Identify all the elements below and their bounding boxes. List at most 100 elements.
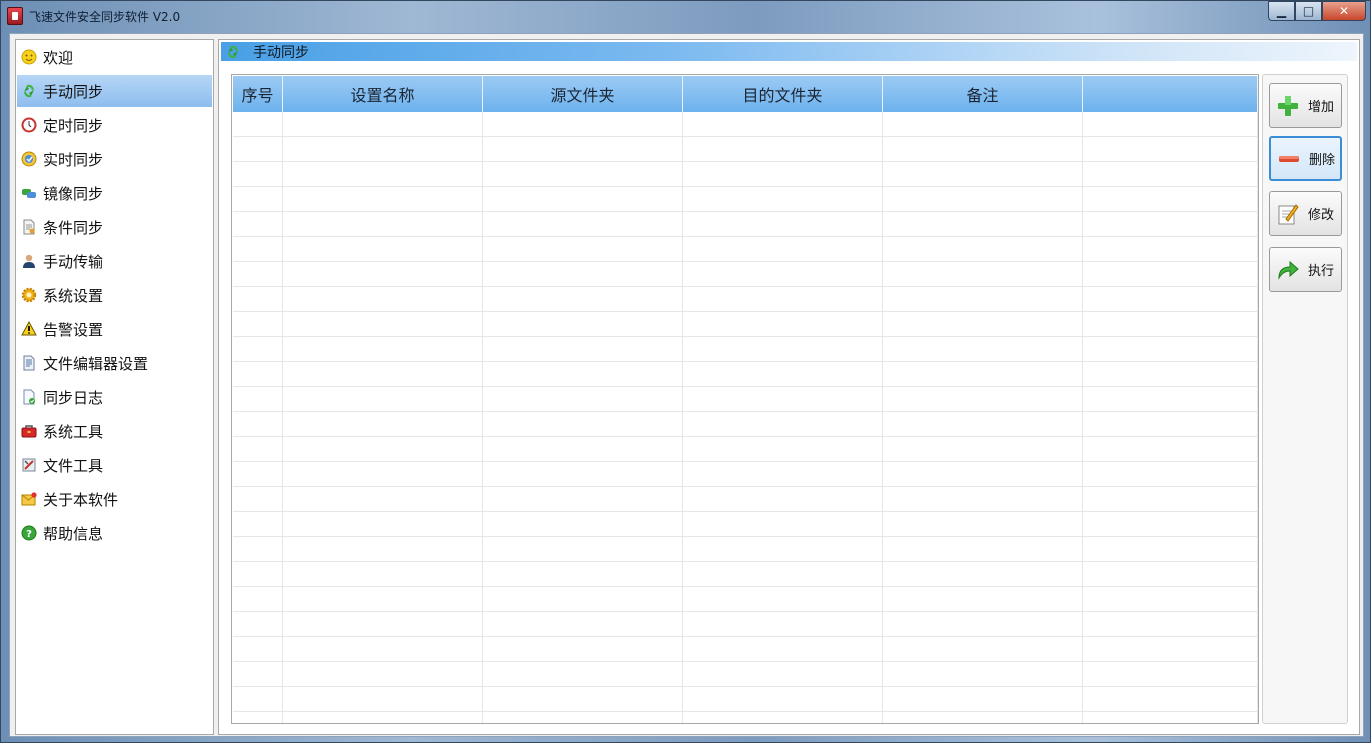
table-cell[interactable] — [883, 187, 1083, 211]
table-cell[interactable] — [1083, 387, 1258, 411]
table-row[interactable] — [233, 487, 1258, 512]
sidebar-item-1[interactable]: 手动同步 — [17, 75, 212, 107]
table-cell[interactable] — [483, 362, 683, 386]
table-cell[interactable] — [283, 237, 483, 261]
table-cell[interactable] — [1083, 312, 1258, 336]
table-cell[interactable] — [283, 287, 483, 311]
table-cell[interactable] — [683, 112, 883, 136]
table-cell[interactable] — [883, 237, 1083, 261]
table-cell[interactable] — [283, 162, 483, 186]
table-row[interactable] — [233, 462, 1258, 487]
column-header-5[interactable] — [1083, 76, 1258, 112]
table-cell[interactable] — [683, 287, 883, 311]
table-cell[interactable] — [1083, 462, 1258, 486]
table-cell[interactable] — [1083, 212, 1258, 236]
table-cell[interactable] — [483, 537, 683, 561]
table-row[interactable] — [233, 337, 1258, 362]
table-cell[interactable] — [283, 637, 483, 661]
table-cell[interactable] — [233, 712, 283, 723]
table-cell[interactable] — [883, 537, 1083, 561]
table-row[interactable] — [233, 312, 1258, 337]
table-cell[interactable] — [283, 462, 483, 486]
column-header-4[interactable]: 备注 — [883, 76, 1083, 112]
table-cell[interactable] — [233, 362, 283, 386]
maximize-button[interactable]: □ — [1295, 1, 1322, 21]
table-row[interactable] — [233, 112, 1258, 137]
table-cell[interactable] — [683, 712, 883, 723]
table-cell[interactable] — [683, 212, 883, 236]
table-cell[interactable] — [233, 287, 283, 311]
table-cell[interactable] — [283, 712, 483, 723]
table-cell[interactable] — [483, 437, 683, 461]
table-row[interactable] — [233, 237, 1258, 262]
table-cell[interactable] — [233, 262, 283, 286]
table-cell[interactable] — [683, 412, 883, 436]
table-cell[interactable] — [683, 312, 883, 336]
table-row[interactable] — [233, 712, 1258, 723]
table-body[interactable] — [233, 112, 1258, 723]
table-cell[interactable] — [883, 162, 1083, 186]
table-cell[interactable] — [283, 512, 483, 536]
table-cell[interactable] — [483, 687, 683, 711]
table-cell[interactable] — [233, 387, 283, 411]
table-cell[interactable] — [683, 637, 883, 661]
table-cell[interactable] — [883, 312, 1083, 336]
table-cell[interactable] — [883, 362, 1083, 386]
table-cell[interactable] — [233, 137, 283, 161]
minimize-button[interactable]: ▁ — [1268, 1, 1295, 21]
table-cell[interactable] — [883, 637, 1083, 661]
table-cell[interactable] — [283, 412, 483, 436]
table-cell[interactable] — [483, 337, 683, 361]
table-cell[interactable] — [1083, 287, 1258, 311]
table-cell[interactable] — [233, 162, 283, 186]
table-cell[interactable] — [233, 662, 283, 686]
sidebar-item-11[interactable]: 系统工具 — [17, 415, 212, 447]
table-row[interactable] — [233, 387, 1258, 412]
table-cell[interactable] — [283, 187, 483, 211]
table-cell[interactable] — [483, 212, 683, 236]
table-cell[interactable] — [483, 662, 683, 686]
sidebar-item-7[interactable]: 系统设置 — [17, 279, 212, 311]
table-cell[interactable] — [883, 137, 1083, 161]
table-cell[interactable] — [483, 137, 683, 161]
table-cell[interactable] — [233, 337, 283, 361]
table-cell[interactable] — [283, 662, 483, 686]
table-cell[interactable] — [483, 512, 683, 536]
table-cell[interactable] — [483, 387, 683, 411]
table-cell[interactable] — [483, 587, 683, 611]
table-cell[interactable] — [283, 587, 483, 611]
table-row[interactable] — [233, 537, 1258, 562]
table-cell[interactable] — [283, 562, 483, 586]
column-header-3[interactable]: 目的文件夹 — [683, 76, 883, 112]
table-cell[interactable] — [683, 487, 883, 511]
sidebar-item-3[interactable]: 实时同步 — [17, 143, 212, 175]
sidebar-item-0[interactable]: 欢迎 — [17, 41, 212, 73]
table-cell[interactable] — [1083, 362, 1258, 386]
sync-settings-table[interactable]: 序号 设置名称 源文件夹 目的文件夹 备注 — [231, 74, 1259, 724]
table-row[interactable] — [233, 362, 1258, 387]
table-cell[interactable] — [283, 137, 483, 161]
table-cell[interactable] — [483, 637, 683, 661]
table-cell[interactable] — [1083, 437, 1258, 461]
title-bar[interactable]: 飞速文件安全同步软件 V2.0 ▁ □ ✕ — [1, 1, 1370, 31]
table-cell[interactable] — [1083, 137, 1258, 161]
table-cell[interactable] — [483, 162, 683, 186]
sidebar-item-13[interactable]: 关于本软件 — [17, 483, 212, 515]
table-cell[interactable] — [1083, 112, 1258, 136]
table-cell[interactable] — [233, 212, 283, 236]
sidebar-item-4[interactable]: 镜像同步 — [17, 177, 212, 209]
sidebar-item-12[interactable]: 文件工具 — [17, 449, 212, 481]
close-button[interactable]: ✕ — [1322, 1, 1366, 21]
column-header-1[interactable]: 设置名称 — [283, 76, 483, 112]
table-cell[interactable] — [1083, 687, 1258, 711]
table-row[interactable] — [233, 287, 1258, 312]
table-cell[interactable] — [283, 387, 483, 411]
table-cell[interactable] — [883, 112, 1083, 136]
table-cell[interactable] — [283, 262, 483, 286]
table-cell[interactable] — [233, 312, 283, 336]
table-cell[interactable] — [883, 462, 1083, 486]
table-cell[interactable] — [683, 237, 883, 261]
table-row[interactable] — [233, 687, 1258, 712]
table-cell[interactable] — [483, 487, 683, 511]
table-cell[interactable] — [883, 412, 1083, 436]
